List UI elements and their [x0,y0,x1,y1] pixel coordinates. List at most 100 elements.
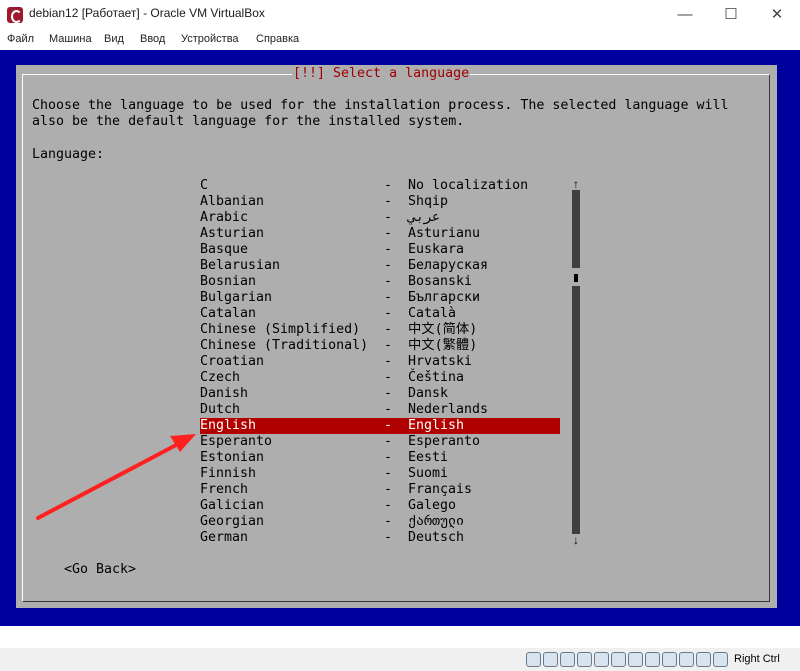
language-option[interactable]: Arabic - عربي [200,210,560,226]
language-separator: - [384,498,393,513]
language-name: C [200,178,209,193]
language-label: Language: [32,147,105,162]
language-separator: - [384,418,393,433]
language-name: Basque [200,242,249,257]
language-option[interactable]: Croatian - Hrvatski [200,354,560,370]
display-icon[interactable] [628,652,643,667]
language-native-name: Беларуская [408,258,489,273]
language-native-name: Euskara [408,242,465,257]
language-name: Bulgarian [200,290,273,305]
language-option[interactable]: Belarusian - Беларуская [200,258,560,274]
usb-icon[interactable] [594,652,609,667]
maximize-button[interactable]: ☐ [708,0,754,30]
language-separator: - [384,194,393,209]
language-list[interactable]: C - No localization Albanian - Shqip Arabic - عر… [200,178,560,546]
minimize-button[interactable]: — [662,0,708,30]
language-separator: - [384,450,393,465]
menu-input[interactable]: Ввод [140,33,165,45]
language-separator: - [384,482,393,497]
installer-dialog: [!!] Select a language Choose the langua… [16,65,777,608]
language-option[interactable]: English - English [200,418,560,434]
network-icon[interactable] [577,652,592,667]
language-separator: - [384,530,393,545]
language-native-name: Dansk [408,386,449,401]
intro-line-1: Choose the language to be used for the i… [32,98,729,113]
shared-folders-icon[interactable] [611,652,626,667]
menu-devices[interactable]: Устройства [181,33,239,45]
language-native-name: English [408,418,465,433]
status-line: <Tab> moves; <Space> selects; <Enter> ac… [0,625,441,640]
language-option[interactable]: Asturian - Asturianu [200,226,560,242]
language-option[interactable]: Albanian - Shqip [200,194,560,210]
scrollbar-thumb[interactable] [574,274,578,282]
window-title: debian12 [Работает] - Oracle VM VirtualB… [29,6,265,20]
language-native-name: Shqip [408,194,449,209]
language-option[interactable]: Czech - Čeština [200,370,560,386]
language-native-name: Nederlands [408,402,489,417]
hard-disk-icon[interactable] [526,652,541,667]
language-option[interactable]: Danish - Dansk [200,386,560,402]
language-option[interactable]: German - Deutsch [200,530,560,546]
language-option[interactable]: Bosnian - Bosanski [200,274,560,290]
mouse-integration-icon[interactable] [696,652,711,667]
language-option[interactable]: Estonian - Eesti [200,450,560,466]
scrollbar-track[interactable] [572,190,580,534]
menu-file[interactable]: Файл [7,33,34,45]
virtualbox-logo-icon [7,7,23,23]
language-separator: - [384,370,393,385]
language-native-name: Esperanto [408,434,481,449]
language-separator: - [384,322,393,337]
optical-drive-icon[interactable] [543,652,558,667]
language-native-name: No localization [408,178,529,193]
language-native-name: Bosanski [408,274,473,289]
language-native-name: Български [408,290,481,305]
menu-view[interactable]: Вид [104,33,124,45]
dialog-title: [!!] Select a language [292,66,471,82]
language-native-name: Català [408,306,457,321]
language-name: Croatian [200,354,265,369]
language-option[interactable]: Finnish - Suomi [200,466,560,482]
language-native-name: Français [408,482,473,497]
close-button[interactable]: ✕ [754,0,800,30]
go-back-button[interactable]: <Go Back> [64,562,136,578]
recording-icon[interactable] [662,652,677,667]
language-separator: - [384,354,393,369]
vm-screen[interactable]: [!!] Select a language Choose the langua… [0,50,800,640]
language-native-name: Galego [408,498,457,513]
language-separator: - [384,514,393,529]
language-native-name: Eesti [408,450,449,465]
language-option[interactable]: Galician - Galego [200,498,560,514]
language-option[interactable]: Catalan - Català [200,306,560,322]
language-option[interactable]: Chinese (Simplified) - 中文(简体) [200,322,560,338]
language-name: Arabic [200,210,249,225]
language-option[interactable]: Basque - Euskara [200,242,560,258]
language-separator: - [384,466,393,481]
language-native-name: Hrvatski [408,354,473,369]
language-name: Asturian [200,226,265,241]
video-capture-icon[interactable] [645,652,660,667]
cpu-icon[interactable] [679,652,694,667]
scrollbar[interactable]: ↑ ↓ [572,178,582,546]
menu-help[interactable]: Справка [256,33,299,45]
scroll-down-arrow-icon[interactable]: ↓ [572,534,580,546]
menu-machine[interactable]: Машина [49,33,92,45]
language-name: French [200,482,249,497]
language-option[interactable]: Bulgarian - Български [200,290,560,306]
scroll-up-arrow-icon[interactable]: ↑ [572,178,580,190]
language-native-name: ქართული [408,514,465,529]
keyboard-icon[interactable] [713,652,728,667]
language-option[interactable]: Dutch - Nederlands [200,402,560,418]
language-separator: - [384,402,393,417]
menubar: Файл Машина Вид Ввод Устройства Справка [0,30,800,50]
audio-icon[interactable] [560,652,575,667]
host-statusbar: Right Ctrl [0,648,800,671]
language-native-name: Suomi [408,466,449,481]
language-option[interactable]: French - Français [200,482,560,498]
language-name: Chinese (Traditional) [200,338,369,353]
language-option[interactable]: Esperanto - Esperanto [200,434,560,450]
language-name: Albanian [200,194,265,209]
language-option[interactable]: C - No localization [200,178,560,194]
language-option[interactable]: Georgian - ქართული [200,514,560,530]
language-option[interactable]: Chinese (Traditional) - 中文(繁體) [200,338,560,354]
language-name: Dutch [200,402,241,417]
